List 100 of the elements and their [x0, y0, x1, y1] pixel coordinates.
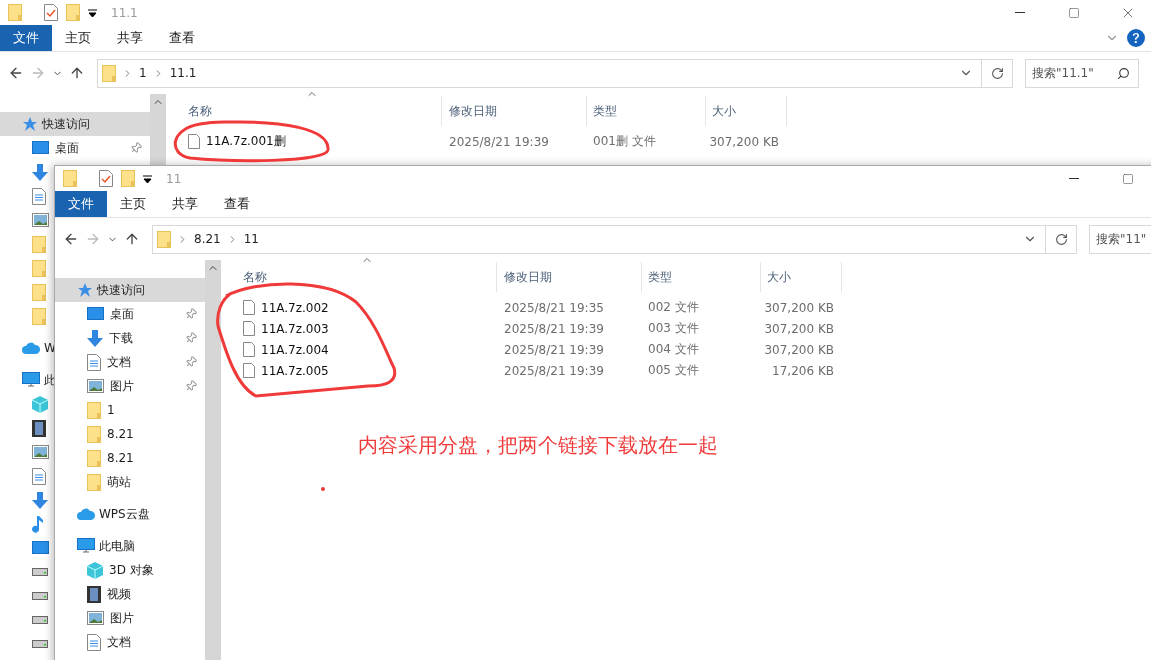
picture-icon — [87, 379, 104, 393]
ribbon-tab[interactable]: 共享 — [159, 191, 211, 217]
dropdown-icon[interactable] — [143, 174, 152, 183]
file-name[interactable]: 11A.7z.001删 — [166, 133, 442, 150]
ribbon-tab[interactable]: 主页 — [52, 25, 104, 51]
folder-icon — [32, 259, 46, 277]
file-name[interactable]: 11A.7z.002 — [221, 300, 497, 315]
column-header[interactable]: 修改日期 — [442, 96, 587, 126]
column-header[interactable]: 修改日期 — [497, 262, 642, 292]
checklist-icon — [99, 170, 113, 187]
sidebar-item[interactable]: 图片 — [55, 606, 134, 630]
type-cell-text: 002 文件 — [647, 299, 700, 316]
monitor-icon — [32, 141, 49, 155]
sidebar-item[interactable]: 快速访问 — [0, 112, 150, 136]
sidebar-item[interactable]: 图片 — [55, 374, 205, 398]
dropdown-icon[interactable] — [88, 8, 97, 17]
address-field[interactable]: 1 11.1 — [97, 58, 982, 88]
folder-icon — [32, 235, 46, 253]
star-icon — [77, 282, 93, 298]
date-cell-text: 2025/8/21 19:39 — [503, 342, 605, 357]
sidebar-item[interactable]: 下载 — [55, 326, 205, 350]
type-cell-text: 005 文件 — [647, 362, 700, 379]
column-header[interactable]: 大小 — [761, 262, 842, 292]
column-header[interactable]: 名称 — [166, 96, 442, 126]
size-cell-text: 17,206 KB — [771, 363, 835, 378]
sidebar-item[interactable]: 视频 — [55, 582, 131, 606]
computer-icon — [22, 372, 40, 388]
maximize-icon — [1068, 6, 1080, 19]
maximize-icon — [1122, 172, 1134, 185]
refresh-icon — [1054, 232, 1068, 246]
file-icon — [243, 342, 255, 357]
search-icon — [1117, 66, 1130, 80]
back-icon[interactable] — [63, 231, 79, 247]
scrollbar[interactable] — [205, 260, 221, 660]
size-cell-text: 307,200 KB — [763, 321, 835, 336]
refresh-button[interactable] — [1046, 224, 1077, 254]
type-cell-text: 003 文件 — [647, 320, 700, 337]
file-name[interactable]: 11A.7z.004 — [221, 342, 497, 357]
folder-icon — [63, 170, 77, 187]
folder-icon — [102, 64, 116, 82]
checklist-icon — [44, 4, 58, 21]
help-icon[interactable] — [1127, 29, 1145, 47]
address-field[interactable]: 8.21 11 — [152, 224, 1046, 254]
back-icon[interactable] — [8, 65, 24, 81]
ribbon-tab[interactable]: 文件 — [55, 191, 107, 217]
ribbon-tab[interactable]: 文件 — [0, 25, 52, 51]
picture-icon — [32, 445, 49, 459]
sidebar-item[interactable]: 萌站 — [55, 470, 131, 494]
folder-icon — [157, 230, 171, 248]
file-name[interactable]: 11A.7z.003 — [221, 321, 497, 336]
drive-icon — [32, 616, 48, 624]
file-name[interactable]: 11A.7z.005 — [221, 363, 497, 378]
sidebar-item[interactable]: 文档 — [55, 350, 205, 374]
computer-icon — [77, 538, 95, 554]
search-field[interactable]: 搜索"11" — [1089, 224, 1151, 254]
sidebar-item[interactable]: 桌面 — [55, 302, 205, 326]
document-icon — [32, 187, 46, 205]
sidebar-item[interactable]: 快速访问 — [55, 278, 205, 302]
sidebar-item[interactable]: 8.21 — [55, 446, 134, 470]
folder-icon — [87, 401, 101, 419]
ribbon-tab[interactable]: 查看 — [156, 25, 208, 51]
down-arrow-icon — [87, 329, 103, 347]
monitor-icon — [87, 307, 104, 321]
folder-icon — [87, 449, 101, 467]
sidebar-item[interactable]: 1 — [55, 398, 115, 422]
search-field[interactable]: 搜索"11.1" — [1025, 58, 1139, 88]
column-header[interactable]: 大小 — [706, 96, 787, 126]
sidebar-item[interactable]: 桌面 — [0, 136, 150, 160]
up-icon[interactable] — [69, 65, 85, 81]
column-header[interactable]: 类型 — [587, 96, 706, 126]
document-icon — [87, 633, 101, 651]
size-cell-text: 307,200 KB — [763, 342, 835, 357]
file-icon — [243, 363, 255, 378]
date-cell-text: 2025/8/21 19:35 — [503, 300, 605, 315]
file-icon — [243, 300, 255, 315]
document-icon — [87, 353, 101, 371]
type-cell-text: 001删 文件 — [592, 133, 657, 150]
sidebar-item[interactable]: WPS云盘 — [55, 502, 150, 526]
up-icon[interactable] — [124, 231, 140, 247]
sidebar-item[interactable]: 此电脑 — [55, 534, 135, 558]
film-icon — [32, 419, 46, 437]
size-cell-text: 307,200 KB — [763, 300, 835, 315]
ribbon-tab[interactable]: 主页 — [107, 191, 159, 217]
refresh-button[interactable] — [982, 58, 1013, 88]
cloud-icon — [77, 508, 95, 520]
music-note-icon — [32, 515, 44, 533]
down-arrow-icon — [32, 163, 48, 181]
column-header[interactable]: 类型 — [642, 262, 761, 292]
column-header[interactable]: 名称 — [221, 262, 497, 292]
ribbon-tab[interactable]: 共享 — [104, 25, 156, 51]
folder-icon — [32, 283, 46, 301]
sidebar-item[interactable]: 8.21 — [55, 422, 134, 446]
ribbon-tab[interactable]: 查看 — [211, 191, 263, 217]
folder-icon — [32, 307, 46, 325]
sidebar-item[interactable]: 文档 — [55, 630, 131, 654]
folder-icon — [121, 170, 135, 187]
sidebar-item[interactable]: 3D 对象 — [55, 558, 154, 582]
star-icon — [22, 116, 38, 132]
folder-icon — [8, 4, 22, 21]
drive-icon — [32, 568, 48, 576]
